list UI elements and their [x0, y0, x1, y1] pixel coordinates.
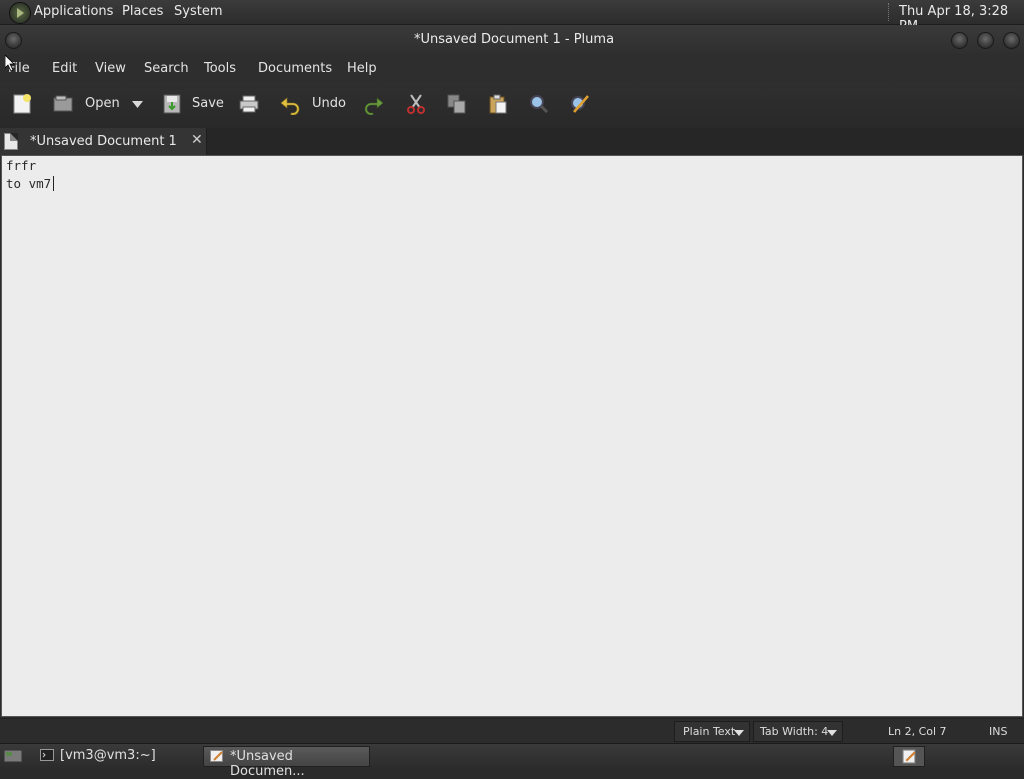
pluma-icon — [210, 750, 223, 762]
editor-line-2: to vm7 — [6, 176, 52, 191]
window-title: *Unsaved Document 1 - Pluma — [413, 32, 615, 47]
editor-line-1: frfr — [6, 158, 37, 173]
close-tab-icon[interactable]: ✕ — [191, 132, 203, 148]
taskbar: [vm3@vm3:~] *Unsaved Documen... — [0, 743, 1024, 779]
find-icon[interactable] — [528, 93, 550, 115]
panel-menu-places[interactable]: Places — [122, 4, 163, 19]
save-icon[interactable] — [161, 93, 183, 115]
maximize-button[interactable] — [977, 32, 994, 49]
open-icon[interactable] — [52, 93, 74, 115]
find-replace-icon[interactable] — [569, 93, 591, 115]
taskbar-item-label: *Unsaved Documen... — [230, 749, 305, 779]
terminal-icon — [40, 749, 54, 761]
chevron-down-icon — [734, 730, 744, 736]
menu-help[interactable]: Help — [347, 61, 377, 76]
mouse-cursor-icon — [5, 55, 15, 71]
open-recent-dropdown-icon[interactable] — [132, 101, 143, 108]
statusbar: Plain Text Tab Width: 4 Ln 2, Col 7 INS — [0, 718, 1024, 744]
minimize-button[interactable] — [951, 32, 968, 49]
panel-menu-system[interactable]: System — [174, 4, 222, 19]
language-label: Plain Text — [683, 725, 736, 738]
text-document-icon — [4, 133, 18, 150]
menu-documents[interactable]: Documents — [258, 61, 332, 76]
open-button[interactable]: Open — [85, 96, 120, 111]
mate-logo-icon[interactable] — [9, 2, 31, 24]
tab-width-selector[interactable]: Tab Width: 4 — [753, 721, 843, 742]
text-editor[interactable]: frfr to vm7 — [1, 155, 1023, 717]
panel-menu-applications[interactable]: Applications — [34, 4, 113, 19]
menu-view[interactable]: View — [95, 61, 126, 76]
print-icon[interactable] — [238, 93, 260, 115]
tab-label: *Unsaved Document 1 — [30, 134, 177, 149]
taskbar-item-terminal[interactable]: [vm3@vm3:~] — [34, 746, 200, 767]
paste-icon[interactable] — [487, 93, 509, 115]
undo-icon[interactable] — [279, 93, 301, 115]
menu-edit[interactable]: Edit — [52, 61, 77, 76]
taskbar-item-pluma[interactable]: *Unsaved Documen... — [203, 746, 370, 779]
undo-button[interactable]: Undo — [312, 96, 346, 111]
toolbar: Open Save Undo — [0, 82, 1024, 129]
chevron-down-icon — [827, 730, 837, 736]
tab-width-label: Tab Width: 4 — [760, 725, 829, 738]
taskbar-item-label: [vm3@vm3:~] — [60, 748, 156, 763]
menu-search[interactable]: Search — [144, 61, 189, 76]
menu-tools[interactable]: Tools — [204, 61, 236, 76]
tab-unsaved-document-1[interactable]: *Unsaved Document 1 ✕ — [0, 128, 207, 155]
document-tabbar: *Unsaved Document 1 ✕ — [0, 128, 1024, 155]
new-document-icon[interactable] — [11, 93, 33, 115]
cursor-position: Ln 2, Col 7 — [888, 725, 947, 738]
show-desktop-icon[interactable] — [3, 748, 23, 764]
save-button[interactable]: Save — [192, 96, 224, 111]
copy-icon[interactable] — [446, 93, 468, 115]
redo-icon[interactable] — [363, 93, 385, 115]
panel-separator — [888, 3, 891, 21]
language-selector[interactable]: Plain Text — [674, 721, 750, 742]
cut-icon[interactable] — [405, 93, 427, 115]
text-caret — [53, 176, 54, 191]
pluma-icon — [902, 749, 916, 764]
workspace-switcher[interactable] — [893, 746, 925, 767]
window-titlebar[interactable]: *Unsaved Document 1 - Pluma — [0, 25, 1024, 56]
top-panel: Applications Places System Thu Apr 18, 3… — [0, 0, 1024, 34]
insert-mode: INS — [989, 725, 1008, 738]
menubar: File Edit View Search Tools Documents He… — [0, 56, 1024, 82]
close-window-button[interactable] — [1003, 32, 1020, 49]
